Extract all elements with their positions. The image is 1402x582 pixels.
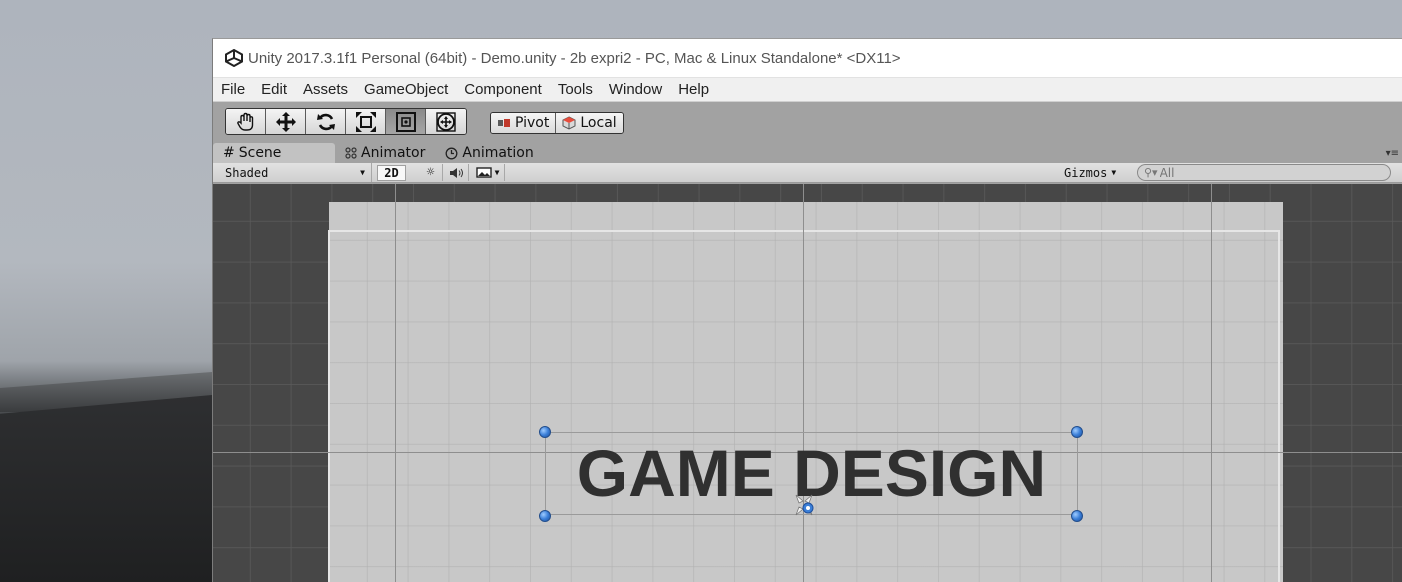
menu-help[interactable]: Help [670, 81, 717, 98]
transform-icon [436, 111, 456, 132]
search-icon: ⚲▾ [1144, 166, 1158, 179]
desktop-wallpaper-ground [0, 395, 212, 582]
menu-window[interactable]: Window [601, 81, 670, 98]
animator-icon [345, 147, 357, 159]
unity-editor-window: Unity 2017.3.1f1 Personal (64bit) - Demo… [212, 38, 1402, 582]
tab-menu-icon[interactable]: ▾≡ [1386, 148, 1399, 159]
scale-tool-button[interactable] [346, 109, 386, 134]
tab-animation[interactable]: Animation [435, 143, 543, 163]
gizmos-label: Gizmos [1064, 165, 1108, 180]
grid-hash-icon: # [223, 145, 235, 161]
tab-animation-label: Animation [462, 145, 534, 161]
grid-major-line [395, 184, 396, 582]
dropdown-arrow-icon: ▼ [1111, 168, 1117, 177]
rect-handle-top-left[interactable] [539, 426, 551, 438]
unity-logo-icon [225, 49, 243, 67]
transform-tools [225, 108, 467, 135]
sun-icon: ☼ [426, 165, 435, 180]
scene-effects-dropdown[interactable]: ▼ [471, 164, 505, 181]
clock-icon [445, 147, 458, 159]
pivot-icon [498, 119, 510, 127]
editor-tab-bar: # Scene Animator Animation ▾≡ [213, 142, 1402, 163]
tab-scene[interactable]: # Scene [213, 143, 335, 163]
scene-search-field[interactable]: ⚲▾ [1137, 164, 1391, 181]
local-button[interactable]: Local [556, 113, 623, 133]
rect-handle-bottom-right[interactable] [1071, 510, 1083, 522]
pivot-label: Pivot [515, 115, 550, 131]
image-effects-icon [475, 167, 492, 178]
menu-edit[interactable]: Edit [253, 81, 295, 98]
speaker-icon [449, 167, 463, 178]
main-toolbar: Pivot Local [213, 102, 1402, 142]
transform-tool-button[interactable] [426, 109, 466, 134]
local-cube-icon [562, 116, 576, 130]
move-tool-button[interactable] [266, 109, 306, 134]
rect-icon [395, 111, 416, 132]
rect-handle-top-right[interactable] [1071, 426, 1083, 438]
rect-handle-bottom-left[interactable] [539, 510, 551, 522]
menu-component[interactable]: Component [456, 81, 550, 98]
scale-icon [355, 111, 376, 132]
shading-mode-dropdown[interactable]: Shaded ▼ [217, 163, 372, 182]
toggle-2d-button[interactable]: 2D [377, 165, 406, 181]
scene-audio-toggle[interactable] [445, 164, 469, 181]
hand-tool-button[interactable] [226, 109, 266, 134]
menu-file[interactable]: File [213, 81, 253, 98]
anchor-pivot-icon[interactable] [789, 491, 819, 521]
move-arrows-icon [275, 111, 296, 132]
rect-tool-button[interactable] [386, 109, 426, 134]
menu-tools[interactable]: Tools [550, 81, 601, 98]
hand-icon [236, 112, 253, 131]
tab-animator-label: Animator [361, 145, 426, 161]
grid-major-line [803, 184, 804, 582]
shading-mode-label: Shaded [225, 165, 269, 180]
ui-canvas-bounds [328, 230, 1280, 582]
pivot-button[interactable]: Pivot [491, 113, 557, 133]
dropdown-arrow-icon: ▼ [360, 168, 365, 177]
title-bar[interactable]: Unity 2017.3.1f1 Personal (64bit) - Demo… [213, 39, 1402, 77]
tab-scene-label: Scene [238, 145, 282, 161]
grid-major-line [1211, 184, 1212, 582]
menu-bar: File Edit Assets GameObject Component To… [213, 77, 1402, 102]
window-title: Unity 2017.3.1f1 Personal (64bit) - Demo… [248, 49, 901, 67]
scene-lighting-toggle[interactable]: ☼ [419, 164, 443, 181]
scene-view-toolbar: Shaded ▼ 2D ☼ ▼ Gizmos ▼ ⚲▾ All [213, 163, 1402, 183]
local-label: Local [580, 115, 617, 131]
menu-assets[interactable]: Assets [295, 81, 356, 98]
rotate-tool-button[interactable] [306, 109, 346, 134]
toggle-2d-label: 2D [384, 166, 399, 180]
menu-gameobject[interactable]: GameObject [356, 81, 456, 98]
dropdown-arrow-icon: ▼ [494, 168, 500, 177]
scene-viewport[interactable]: GAME DESIGN [213, 184, 1402, 582]
gizmos-dropdown[interactable]: Gizmos ▼ [1064, 163, 1116, 182]
rotate-icon [316, 113, 335, 130]
scene-search-input[interactable] [1159, 165, 1360, 180]
tab-animator[interactable]: Animator [335, 143, 435, 163]
pivot-toggle-group: Pivot Local [490, 112, 624, 134]
